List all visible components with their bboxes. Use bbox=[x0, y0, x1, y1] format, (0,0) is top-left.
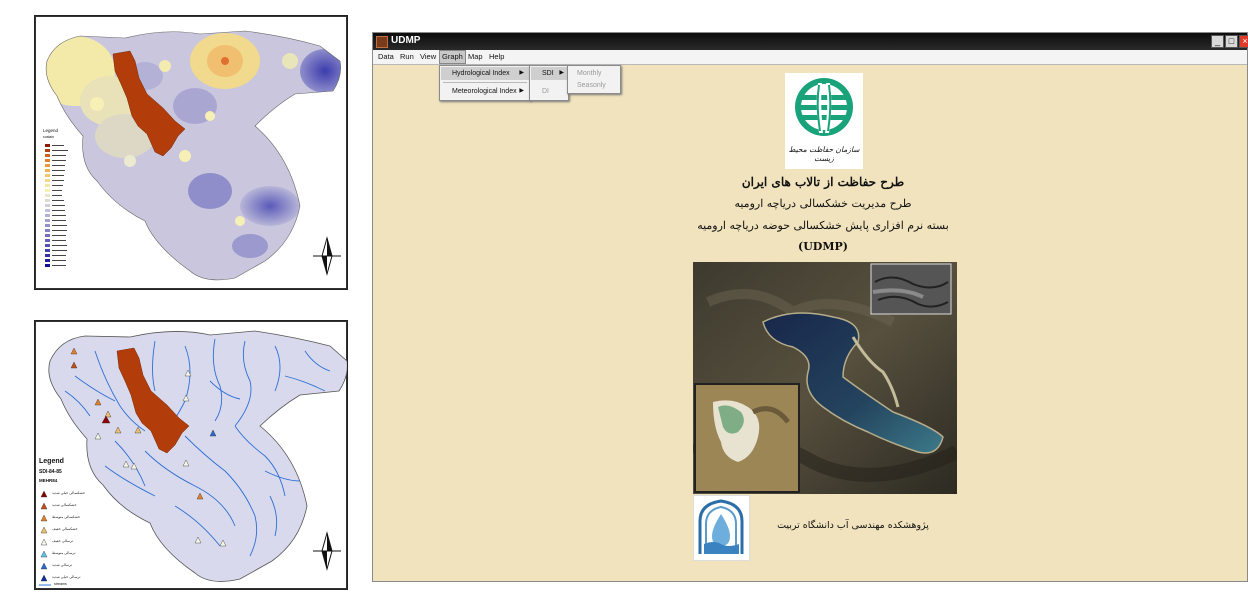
sustain-interpolation-map: Legend sustain bbox=[34, 15, 348, 290]
sdi-legend-month: MEHR84 bbox=[39, 478, 58, 483]
sdi-legend-title: Legend bbox=[39, 458, 64, 465]
graph-dropdown: Hydrological Index ▶ Meteorological Inde… bbox=[439, 65, 531, 101]
legend-label: خشکسالی متوسط bbox=[52, 515, 81, 519]
menu-hydrological-index[interactable]: Hydrological Index ▶ bbox=[441, 67, 529, 80]
satellite-photo bbox=[689, 262, 961, 494]
menu-seasonly[interactable]: Seasonly bbox=[569, 79, 619, 92]
submenu-arrow-icon: ▶ bbox=[559, 70, 564, 76]
north-arrow-icon bbox=[313, 531, 341, 571]
menu-run[interactable]: Run bbox=[398, 51, 416, 63]
submenu-arrow-icon: ▶ bbox=[519, 70, 524, 76]
doe-logo-caption: سازمان حفاظت محیط زیست bbox=[788, 145, 860, 163]
lake-urmia-satellite-image bbox=[689, 262, 961, 494]
menu-view[interactable]: View bbox=[418, 51, 438, 63]
sdi-submenu: Monthly Seasonly bbox=[567, 65, 621, 94]
institute-name: پژوهشکده مهندسی آب دانشگاه تربیت bbox=[777, 520, 929, 531]
hydrological-index-label: Hydrological Index bbox=[452, 70, 510, 77]
legend-label: ترسالی شدید bbox=[52, 563, 72, 567]
menu-help[interactable]: Help bbox=[487, 51, 506, 63]
sdi-label: SDI bbox=[542, 70, 554, 77]
title-line-2: طرح مدیریت خشکسالی دریاچه ارومیه bbox=[734, 197, 912, 210]
menu-bar: Data Run View Graph Map Help bbox=[373, 50, 1247, 65]
legend-label: ترسالی خیلی شدید bbox=[52, 575, 81, 579]
close-button[interactable]: × bbox=[1239, 35, 1248, 48]
water-drop-arch-icon bbox=[697, 499, 746, 557]
udmp-app-window: UDMP _ □ × Data Run View Graph Map Help … bbox=[372, 32, 1248, 582]
legend-label: خشکسالی خیلی شدید bbox=[52, 491, 86, 495]
meteorological-index-label: Meteorological Index bbox=[452, 88, 517, 95]
window-title: UDMP bbox=[391, 35, 421, 46]
legend-label: خشکسالی شدید bbox=[52, 503, 77, 507]
menu-graph[interactable]: Graph bbox=[439, 50, 466, 64]
sdi-map-graphic bbox=[35, 321, 347, 589]
menu-meteorological-index[interactable]: Meteorological Index ▶ bbox=[441, 85, 529, 98]
title-line-1: طرح حفاظت از تالاب های ایران bbox=[741, 175, 905, 189]
legend-label: خشکسالی خفیف bbox=[52, 527, 78, 531]
sdi-stations-map: Legend SDI-84-85 MEHR84 خشکسالی خیلی شدی… bbox=[34, 320, 348, 590]
maximize-button[interactable]: □ bbox=[1225, 35, 1238, 48]
sustain-legend-swatches bbox=[45, 144, 68, 267]
menu-data[interactable]: Data bbox=[376, 51, 396, 63]
app-icon[interactable] bbox=[376, 36, 388, 48]
doe-logo: سازمان حفاظت محیط زیست bbox=[785, 73, 863, 169]
legend-label-streams: streams bbox=[54, 582, 67, 586]
index-submenu: SDI ▶ DI bbox=[529, 65, 569, 101]
minimize-button[interactable]: _ bbox=[1211, 35, 1224, 48]
menu-map[interactable]: Map bbox=[466, 51, 485, 63]
menu-di[interactable]: DI bbox=[531, 85, 567, 98]
menu-sdi[interactable]: SDI ▶ bbox=[531, 67, 567, 80]
sustain-map-graphic bbox=[35, 16, 347, 289]
sustain-legend-subtitle: sustain bbox=[43, 135, 55, 139]
menu-separator bbox=[443, 82, 527, 83]
legend-label: ترسالی خفیف bbox=[52, 539, 74, 543]
title-bar[interactable]: UDMP _ □ × bbox=[373, 33, 1248, 50]
sdi-legend-period: SDI-84-85 bbox=[39, 469, 62, 475]
north-arrow-icon bbox=[313, 236, 341, 276]
legend-label: ترسالی متوسط bbox=[52, 551, 76, 555]
sustain-legend-title: Legend bbox=[43, 128, 59, 133]
submenu-arrow-icon: ▶ bbox=[519, 88, 524, 94]
di-label: DI bbox=[542, 88, 549, 95]
sdi-legend-symbols bbox=[40, 490, 48, 582]
title-line-4: (UDMP) bbox=[798, 240, 848, 253]
title-line-3: بسته نرم افزاری پایش خشکسالی حوضه دریاچه… bbox=[697, 219, 949, 232]
institute-logo bbox=[693, 495, 750, 561]
